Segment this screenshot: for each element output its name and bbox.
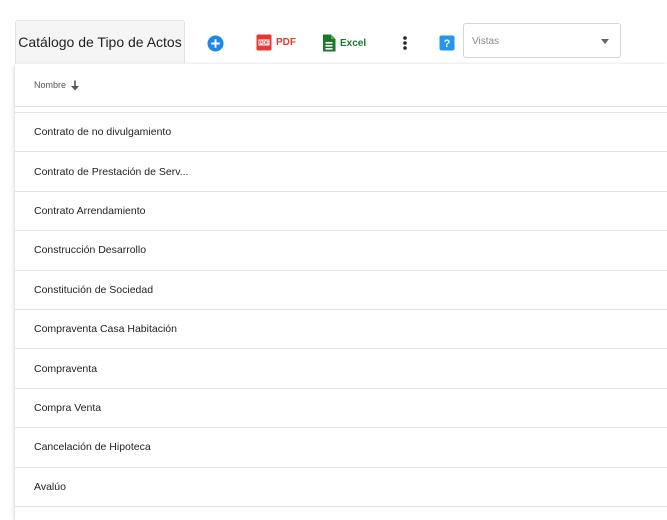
help-button[interactable]: ? (439, 35, 455, 51)
table-row[interactable]: Constitución de Sociedad (15, 271, 667, 310)
row-name: Contrato de no divulgamiento (34, 126, 172, 139)
more-options-button[interactable] (398, 34, 412, 52)
views-placeholder: Vistas (472, 36, 500, 47)
caret-down-icon (601, 39, 609, 44)
row-name: Contrato de Prestación de Serv... (34, 165, 189, 178)
table-row[interactable]: Construcción Desarrollo (15, 231, 667, 271)
table-header: Nombre (15, 64, 667, 107)
table-row[interactable]: Contrato de no divulgamiento (15, 113, 667, 153)
row-name: Construcción Desarrollo (34, 244, 147, 257)
more-vertical-icon (403, 36, 407, 50)
row-name: Constitución de Sociedad (34, 283, 154, 296)
pdf-file-icon: PDF (256, 34, 272, 51)
excel-label: Excel (340, 37, 367, 49)
table-row[interactable]: Compraventa Casa Habitación (15, 310, 667, 350)
arrow-down-icon (71, 80, 80, 90)
table-row[interactable]: Compra Venta (15, 389, 667, 429)
row-name: Cancelación de Hipoteca (34, 441, 151, 454)
table-row[interactable]: Cancelación de Hipoteca (15, 428, 667, 468)
svg-text:PDF: PDF (259, 40, 269, 46)
table-row[interactable]: Avalúo (15, 468, 667, 507)
help-icon: ? (439, 35, 455, 51)
add-button[interactable] (207, 35, 224, 52)
table-row[interactable]: Compraventa (15, 349, 667, 389)
row-name: Avalúo (34, 480, 66, 493)
toolbar: Catálogo de Tipo de Actos PDF PDF Excel (0, 0, 667, 64)
row-name: Contrato Arrendamiento (34, 204, 146, 217)
add-circle-icon (207, 35, 224, 52)
table-body: Contrato de no divulgamiento Contrato de… (15, 113, 667, 507)
catalog-title-tab[interactable]: Catálogo de Tipo de Actos (15, 20, 185, 63)
views-select[interactable]: Vistas (463, 23, 621, 58)
row-name: Compraventa (34, 362, 98, 375)
column-header-label: Nombre (34, 80, 67, 90)
column-header-nombre[interactable]: Nombre (34, 80, 80, 91)
row-name: Compraventa Casa Habitación (34, 323, 177, 336)
page-title: Catálogo de Tipo de Actos (18, 34, 182, 50)
export-excel-button[interactable]: Excel (322, 34, 366, 52)
export-pdf-button[interactable]: PDF PDF (256, 34, 296, 51)
excel-file-icon (323, 34, 336, 52)
table-row[interactable]: Contrato Arrendamiento (15, 192, 667, 232)
table-row[interactable]: Contrato de Prestación de Serv... (15, 152, 667, 192)
row-name: Compra Venta (34, 401, 102, 414)
svg-text:?: ? (444, 38, 451, 50)
catalog-table: Nombre Contrato de no divulgamiento Cont… (15, 64, 667, 520)
pdf-label: PDF (276, 37, 296, 48)
